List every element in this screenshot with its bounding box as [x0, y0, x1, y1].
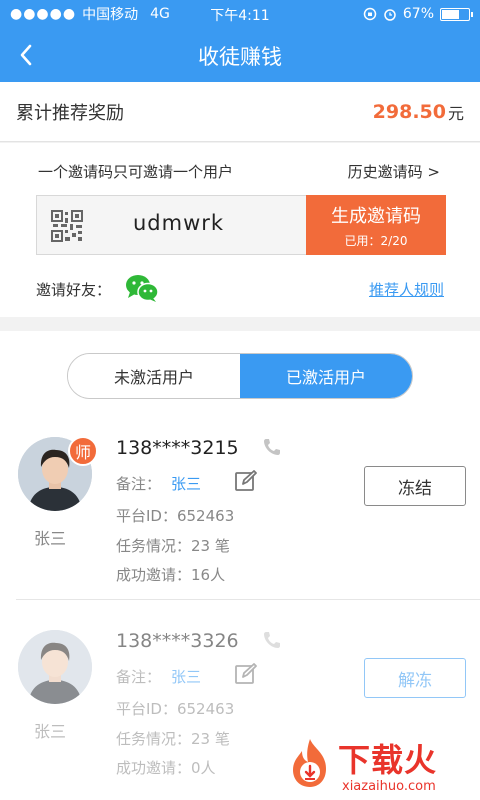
remark-value: 张三: [171, 475, 202, 493]
qr-code-icon[interactable]: [51, 210, 83, 242]
page-title: 收徒赚钱: [198, 45, 282, 69]
reward-summary: 累计推荐奖励 298.50 元: [0, 82, 480, 142]
signal-icon: ●●●●●: [10, 6, 77, 22]
phone-icon[interactable]: [262, 437, 282, 457]
avatar: [18, 630, 92, 704]
user-phone: 138****3215: [116, 437, 239, 459]
invite-code: udmwrk: [133, 211, 225, 235]
user-list-section: 未激活用户 已激活用户 师 张三 138****3215 备注： 张三 平台ID：…: [0, 331, 480, 800]
invite-hint: 一个邀请码只可邀请一个用户: [38, 163, 234, 181]
edit-icon[interactable]: [234, 662, 258, 686]
used-count: 已用：2/20: [344, 234, 408, 248]
list-item: 师 张三 138****3215 备注： 张三 平台ID：652463 任务情况：…: [16, 433, 480, 600]
user-name: 张三: [34, 529, 67, 548]
carrier-name: 中国移动: [82, 7, 139, 23]
remark-label: 备注：: [116, 668, 162, 686]
remark: 备注： 张三: [116, 473, 201, 494]
referrer-rules-link[interactable]: 推荐人规则: [369, 279, 444, 300]
freeze-button[interactable]: 冻结: [364, 466, 466, 506]
user-name: 张三: [34, 722, 67, 741]
invite-count: 成功邀请：0人: [116, 759, 216, 777]
status-bar: ●●●●● 中国移动 4G 下午4:11 67%: [0, 0, 480, 28]
invite-section: 一个邀请码只可邀请一个用户 历史邀请码 > udmwrk 生成邀请码 已用：2/…: [0, 143, 480, 317]
task-status: 任务情况：23 笔: [116, 730, 230, 748]
invite-code-box: udmwrk 生成邀请码 已用：2/20: [36, 195, 446, 255]
platform-id: 平台ID：652463: [116, 700, 235, 718]
reward-amount: 298.50: [372, 100, 446, 123]
platform-id: 平台ID：652463: [116, 507, 235, 525]
tab-inactive-users[interactable]: 未激活用户: [68, 354, 240, 398]
remark-value: 张三: [171, 668, 202, 686]
invite-friends-label: 邀请好友：: [36, 281, 112, 299]
watermark-title: 下载火: [338, 741, 438, 779]
wechat-icon[interactable]: [125, 273, 159, 303]
orientation-lock-icon: [363, 7, 377, 21]
reward-unit: 元: [447, 103, 464, 123]
history-codes-link[interactable]: 历史邀请码 >: [348, 161, 440, 182]
reward-label: 累计推荐奖励: [16, 102, 124, 124]
battery-icon: [440, 7, 473, 21]
user-phone: 138****3326: [116, 630, 239, 652]
generate-code-label: 生成邀请码: [331, 206, 421, 227]
phone-icon[interactable]: [262, 630, 282, 650]
mentor-badge: 师: [68, 436, 98, 466]
alarm-icon: [384, 9, 396, 21]
tab-active-users[interactable]: 已激活用户: [240, 354, 412, 398]
flame-logo-icon: [293, 739, 326, 787]
nav-bar: 收徒赚钱: [0, 28, 480, 82]
task-status: 任务情况：23 笔: [116, 537, 230, 555]
user-status-tabs: 未激活用户 已激活用户: [67, 353, 413, 399]
generate-code-button[interactable]: 生成邀请码 已用：2/20: [306, 195, 446, 255]
invite-count: 成功邀请：16人: [116, 566, 226, 584]
edit-icon[interactable]: [234, 469, 258, 493]
watermark-url: xiazaihuo.com: [342, 779, 436, 794]
network-type: 4G: [150, 6, 170, 22]
remark-label: 备注：: [116, 475, 162, 493]
remark: 备注： 张三: [116, 666, 201, 687]
watermark: 下载火 xiazaihuo.com: [282, 733, 480, 800]
unfreeze-button[interactable]: 解冻: [364, 658, 466, 698]
battery-percent: 67%: [402, 6, 434, 22]
